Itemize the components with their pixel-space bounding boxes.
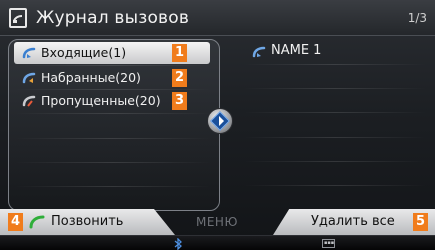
call-entry-name: NAME 1 [271, 43, 322, 58]
bluetooth-icon [174, 238, 182, 250]
call-entry-list: NAME 1 [240, 39, 430, 211]
list-divider [15, 162, 211, 163]
list-divider [15, 138, 211, 139]
number-badge: 2 [172, 69, 187, 87]
list-item-label: Пропущенные(20) [41, 93, 161, 108]
number-badge: 1 [172, 44, 187, 62]
list-divider [15, 89, 211, 90]
incoming-call-icon [22, 47, 36, 59]
delete-all-label: Удалить все [311, 214, 395, 229]
menu-button[interactable]: МЕНЮ [196, 215, 238, 229]
green-phone-icon [29, 215, 45, 229]
outgoing-call-icon [22, 72, 36, 84]
missed-call-icon [22, 95, 36, 107]
list-divider [15, 65, 211, 66]
number-badge: 3 [172, 92, 187, 110]
list-item-label: Набранные(20) [41, 70, 141, 85]
soft-key-bar: 4 Позвонить МЕНЮ Удалить все 5 [0, 209, 435, 235]
phone-book-icon [9, 8, 27, 28]
list-divider [244, 161, 426, 162]
list-divider [15, 186, 211, 187]
list-divider [244, 137, 426, 138]
list-divider [244, 185, 426, 186]
navigation-knob[interactable] [207, 108, 233, 134]
delete-all-button[interactable]: Удалить все 5 [273, 209, 435, 235]
call-button[interactable]: 4 Позвонить [0, 209, 175, 235]
list-item-label: Входящие(1) [41, 45, 127, 60]
list-divider [244, 112, 426, 113]
right-arrow-icon [219, 116, 224, 126]
header-bar: Журнал вызовов 1/3 [0, 0, 435, 36]
page-indicator: 1/3 [407, 11, 427, 25]
number-badge: 5 [413, 213, 428, 231]
status-bar: ▪▪▪ [0, 235, 435, 250]
incoming-call-icon [252, 46, 266, 58]
media-icon: ▪▪▪ [322, 239, 335, 248]
page-title: Журнал вызовов [36, 8, 190, 28]
call-category-list: Входящие(1) 1 Набранные(20) 2 Пропущенны… [8, 39, 220, 211]
call-entry-row[interactable]: NAME 1 [240, 39, 430, 63]
list-divider [244, 64, 426, 65]
list-divider [15, 113, 211, 114]
number-badge: 4 [8, 213, 23, 231]
call-log-screen: Журнал вызовов 1/3 Входящие(1) 1 Набранн… [0, 0, 435, 250]
call-button-label: Позвонить [51, 214, 124, 229]
list-divider [244, 88, 426, 89]
